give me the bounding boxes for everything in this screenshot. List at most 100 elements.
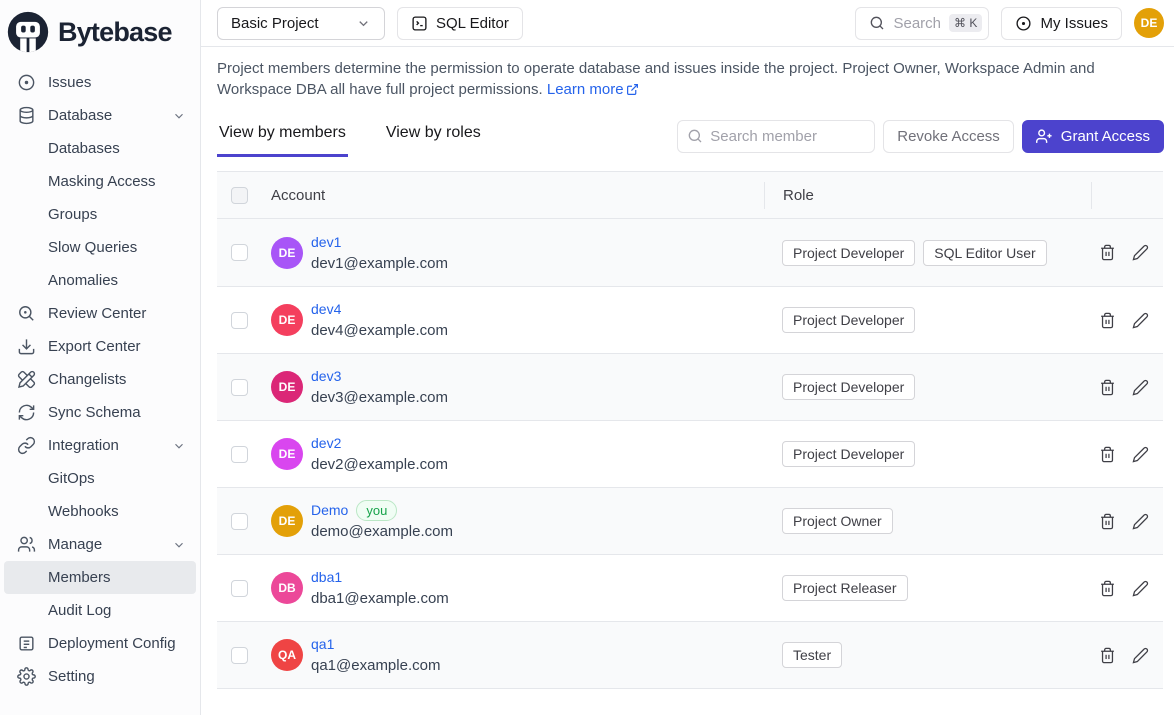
role-badge: Project Releaser — [782, 575, 908, 601]
trash-icon — [1099, 379, 1116, 396]
user-plus-icon — [1036, 128, 1053, 145]
edit-member-button[interactable] — [1132, 379, 1149, 396]
sidebar-item-masking-access[interactable]: Masking Access — [4, 165, 196, 198]
row-checkbox[interactable] — [231, 580, 248, 597]
sidebar-item-label: Sync Schema — [48, 404, 141, 421]
sidebar-item-sync-schema[interactable]: Sync Schema — [4, 396, 196, 429]
member-name-link[interactable]: dev4 — [311, 299, 341, 320]
pencil-icon — [1132, 379, 1149, 396]
search-member-input[interactable] — [677, 120, 875, 153]
pencil-icon — [1132, 312, 1149, 329]
member-email: demo@example.com — [311, 521, 453, 542]
search-member-wrap — [677, 120, 875, 153]
page-description: Project members determine the permission… — [217, 58, 1163, 102]
sidebar-item-export-center[interactable]: Export Center — [4, 330, 196, 363]
edit-member-button[interactable] — [1132, 647, 1149, 664]
database-icon — [16, 106, 36, 126]
member-avatar: DE — [271, 371, 303, 403]
edit-member-button[interactable] — [1132, 312, 1149, 329]
member-row: QA qa1 qa1@example.com Tester — [217, 621, 1163, 688]
member-name-link[interactable]: Demo — [311, 500, 348, 521]
member-avatar: DE — [271, 438, 303, 470]
revoke-access-button[interactable]: Revoke Access — [883, 120, 1014, 153]
row-checkbox[interactable] — [231, 379, 248, 396]
member-email: qa1@example.com — [311, 655, 440, 676]
gear-icon — [16, 667, 36, 687]
sidebar-item-webhooks[interactable]: Webhooks — [4, 495, 196, 528]
member-row: DE Demo you demo@example.com Project Own… — [217, 487, 1163, 554]
grant-access-label: Grant Access — [1061, 128, 1150, 145]
member-name-link[interactable]: dba1 — [311, 567, 342, 588]
edit-member-button[interactable] — [1132, 446, 1149, 463]
sidebar-item-slow-queries[interactable]: Slow Queries — [4, 231, 196, 264]
edit-member-button[interactable] — [1132, 580, 1149, 597]
sidebar-item-anomalies[interactable]: Anomalies — [4, 264, 196, 297]
learn-more-link[interactable]: Learn more — [547, 81, 639, 98]
member-email: dev2@example.com — [311, 454, 448, 475]
sidebar-item-gitops[interactable]: GitOps — [4, 462, 196, 495]
sidebar-item-manage[interactable]: Manage — [4, 528, 196, 561]
row-checkbox[interactable] — [231, 244, 248, 261]
sidebar-item-database[interactable]: Database — [4, 99, 196, 132]
delete-member-button[interactable] — [1099, 446, 1116, 463]
edit-member-button[interactable] — [1132, 244, 1149, 261]
sidebar-item-label: Changelists — [48, 371, 126, 388]
member-name-link[interactable]: qa1 — [311, 634, 334, 655]
sidebar-item-changelists[interactable]: Changelists — [4, 363, 196, 396]
tab-view-by-roles[interactable]: View by roles — [384, 116, 483, 157]
column-header-actions — [1091, 182, 1163, 209]
member-email: dev1@example.com — [311, 253, 448, 274]
delete-member-button[interactable] — [1099, 580, 1116, 597]
review-center-icon — [16, 304, 36, 324]
project-select-value: Basic Project — [231, 15, 319, 32]
tab-view-by-members[interactable]: View by members — [217, 116, 348, 157]
member-name-link[interactable]: dev1 — [311, 232, 341, 253]
sidebar-item-setting[interactable]: Setting — [4, 660, 196, 693]
sidebar-item-label: Review Center — [48, 305, 146, 322]
select-all-checkbox[interactable] — [231, 187, 248, 204]
member-name-link[interactable]: dev2 — [311, 433, 341, 454]
sidebar-item-members[interactable]: Members — [4, 561, 196, 594]
delete-member-button[interactable] — [1099, 312, 1116, 329]
role-badge: Project Developer — [782, 374, 915, 400]
trash-icon — [1099, 244, 1116, 261]
sidebar-item-groups[interactable]: Groups — [4, 198, 196, 231]
row-checkbox[interactable] — [231, 647, 248, 664]
sidebar-item-label: Webhooks — [48, 503, 119, 520]
bytebase-logo-icon — [6, 10, 50, 54]
row-checkbox[interactable] — [231, 446, 248, 463]
sidebar-item-audit-log[interactable]: Audit Log — [4, 594, 196, 627]
user-avatar[interactable]: DE — [1134, 8, 1164, 38]
pencil-icon — [1132, 513, 1149, 530]
member-row: DE dev4 dev4@example.com Project Develop… — [217, 286, 1163, 353]
sidebar-item-issues[interactable]: Issues — [4, 66, 196, 99]
pencil-ruler-icon — [16, 370, 36, 390]
project-select[interactable]: Basic Project — [217, 7, 385, 40]
grant-access-button[interactable]: Grant Access — [1022, 120, 1164, 153]
circle-dot-icon — [1015, 15, 1032, 32]
row-checkbox[interactable] — [231, 513, 248, 530]
sidebar-item-databases[interactable]: Databases — [4, 132, 196, 165]
bytebase-logo[interactable]: Bytebase — [0, 8, 196, 64]
member-avatar: DE — [271, 237, 303, 269]
member-row: DE dev2 dev2@example.com Project Develop… — [217, 420, 1163, 487]
member-name-link[interactable]: dev3 — [311, 366, 341, 387]
refresh-icon — [16, 403, 36, 423]
delete-member-button[interactable] — [1099, 647, 1116, 664]
row-checkbox[interactable] — [231, 312, 248, 329]
delete-member-button[interactable] — [1099, 244, 1116, 261]
global-search-button[interactable]: Search ⌘ K — [855, 7, 989, 40]
users-icon — [16, 535, 36, 555]
pencil-icon — [1132, 446, 1149, 463]
delete-member-button[interactable] — [1099, 513, 1116, 530]
sql-editor-button[interactable]: SQL Editor — [397, 7, 523, 40]
edit-member-button[interactable] — [1132, 513, 1149, 530]
search-shortcut-badge: ⌘ K — [949, 14, 982, 32]
chevron-down-icon — [172, 538, 186, 552]
sidebar-item-review-center[interactable]: Review Center — [4, 297, 196, 330]
sidebar-item-integration[interactable]: Integration — [4, 429, 196, 462]
sidebar-item-deployment-config[interactable]: Deployment Config — [4, 627, 196, 660]
search-label: Search — [893, 15, 941, 32]
my-issues-button[interactable]: My Issues — [1001, 7, 1122, 40]
delete-member-button[interactable] — [1099, 379, 1116, 396]
